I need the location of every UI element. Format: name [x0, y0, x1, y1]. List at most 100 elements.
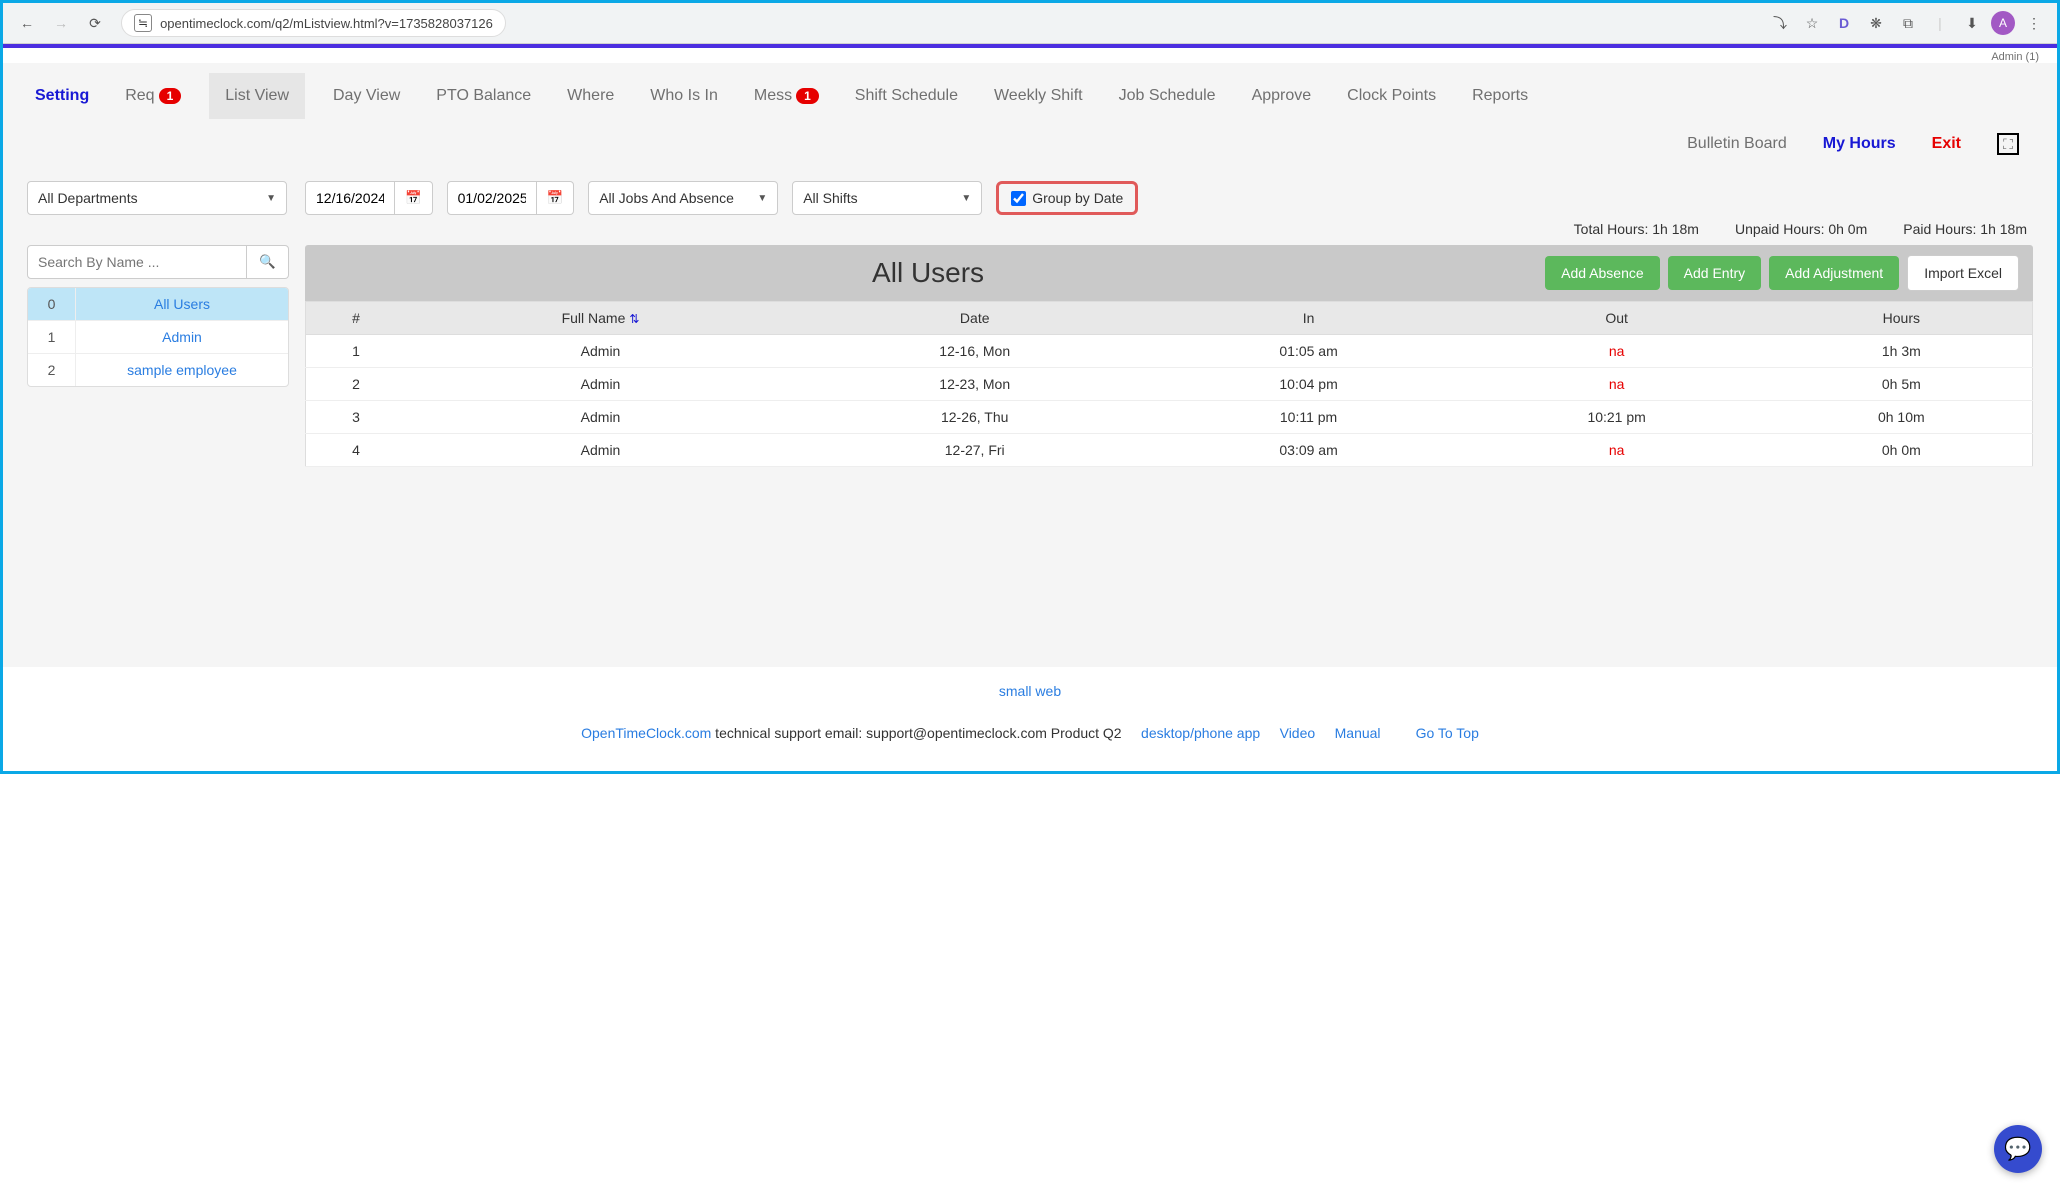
nav-job-schedule[interactable]: Job Schedule — [1111, 83, 1224, 109]
total-hours: Total Hours: 1h 18m — [1574, 221, 1699, 237]
column-hours[interactable]: Hours — [1771, 302, 2033, 335]
footer-video-link[interactable]: Video — [1280, 725, 1316, 741]
menu-icon[interactable]: ⋮ — [2021, 10, 2047, 36]
chevron-down-icon: ▼ — [961, 193, 971, 204]
cell-out: na — [1463, 368, 1771, 401]
import-excel-button[interactable]: Import Excel — [1907, 255, 2019, 291]
footer-desktop-link[interactable]: desktop/phone app — [1141, 725, 1260, 741]
nav-reports[interactable]: Reports — [1464, 83, 1536, 109]
user-index: 0 — [28, 288, 76, 320]
nav-approve[interactable]: Approve — [1244, 83, 1320, 109]
fullscreen-button[interactable]: ⛶ — [1989, 129, 2027, 159]
nav-list-view[interactable]: List View — [209, 73, 305, 119]
table-row[interactable]: 4Admin12-27, Fri03:09 amna0h 0m — [306, 434, 2033, 467]
admin-label: Admin (1) — [3, 48, 2057, 63]
date-from-group: 📅 — [305, 181, 433, 215]
group-by-date-input[interactable] — [1011, 191, 1026, 206]
user-name[interactable]: sample employee — [76, 354, 288, 386]
cell-in: 10:04 pm — [1155, 368, 1463, 401]
nav-clock-points[interactable]: Clock Points — [1339, 83, 1444, 109]
search-icon: 🔍 — [259, 254, 276, 269]
main-panel: All Users Add Absence Add Entry Add Adju… — [305, 245, 2033, 627]
unpaid-hours: Unpaid Hours: 0h 0m — [1735, 221, 1867, 237]
cell-out: na — [1463, 335, 1771, 368]
nav-day-view[interactable]: Day View — [325, 83, 408, 109]
table-row[interactable]: 2Admin12-23, Mon10:04 pmna0h 5m — [306, 368, 2033, 401]
search-input[interactable] — [27, 245, 247, 279]
add-adjustment-button[interactable]: Add Adjustment — [1769, 256, 1899, 290]
cell-out: na — [1463, 434, 1771, 467]
download-icon[interactable]: ⬇ — [1959, 10, 1985, 36]
nav-pto-balance[interactable]: PTO Balance — [428, 83, 539, 109]
table-row[interactable]: 1Admin12-16, Mon01:05 amna1h 3m — [306, 335, 2033, 368]
user-index: 1 — [28, 321, 76, 353]
jobs-select[interactable]: All Jobs And Absence ▼ — [588, 181, 778, 215]
nav-my-hours[interactable]: My Hours — [1815, 131, 1904, 157]
shifts-select[interactable]: All Shifts ▼ — [792, 181, 982, 215]
add-entry-button[interactable]: Add Entry — [1668, 256, 1761, 290]
star-icon[interactable]: ☆ — [1799, 10, 1825, 36]
cell-in: 03:09 am — [1155, 434, 1463, 467]
add-absence-button[interactable]: Add Absence — [1545, 256, 1660, 290]
column-full-name[interactable]: Full Name⇅ — [406, 302, 795, 335]
column--[interactable]: # — [306, 302, 407, 335]
footer-manual-link[interactable]: Manual — [1335, 725, 1381, 741]
nav-shift-schedule[interactable]: Shift Schedule — [847, 83, 966, 109]
footer-gototop-link[interactable]: Go To Top — [1416, 725, 1479, 741]
search-button[interactable]: 🔍 — [247, 245, 289, 279]
back-button[interactable]: ← — [13, 9, 41, 37]
site-info-icon[interactable]: ≒ — [134, 14, 152, 32]
date-from-input[interactable] — [305, 181, 395, 215]
user-list-row[interactable]: 0All Users — [28, 288, 288, 321]
nav-setting[interactable]: Setting — [27, 83, 97, 109]
cell-hours: 0h 0m — [1771, 434, 2033, 467]
date-to-picker-button[interactable]: 📅 — [537, 181, 575, 215]
chevron-down-icon: ▼ — [757, 193, 767, 204]
user-list-row[interactable]: 2sample employee — [28, 354, 288, 386]
cell-in: 01:05 am — [1155, 335, 1463, 368]
reload-button[interactable]: ⟳ — [81, 9, 109, 37]
install-icon[interactable]: ⤵ — [1767, 10, 1793, 36]
calendar-icon: 📅 — [405, 190, 422, 205]
department-select[interactable]: All Departments ▼ — [27, 181, 287, 215]
nav-who-is-in[interactable]: Who Is In — [642, 83, 726, 109]
cell-hours: 1h 3m — [1771, 335, 2033, 368]
user-name[interactable]: All Users — [76, 288, 288, 320]
small-web-link[interactable]: small web — [999, 683, 1061, 699]
address-bar[interactable]: ≒ opentimeclock.com/q2/mListview.html?v=… — [121, 9, 506, 37]
column-in[interactable]: In — [1155, 302, 1463, 335]
totals-row: Total Hours: 1h 18m Unpaid Hours: 0h 0m … — [305, 221, 2033, 237]
extension-d-icon[interactable]: D — [1831, 10, 1857, 36]
calendar-icon: 📅 — [547, 190, 564, 205]
group-by-date-checkbox[interactable]: Group by Date — [996, 181, 1138, 215]
forward-button[interactable]: → — [47, 9, 75, 37]
badge: 1 — [159, 88, 182, 104]
table-row[interactable]: 3Admin12-26, Thu10:11 pm10:21 pm0h 10m — [306, 401, 2033, 434]
nav-weekly-shift[interactable]: Weekly Shift — [986, 83, 1091, 109]
column-date[interactable]: Date — [795, 302, 1155, 335]
sidebar: 🔍 0All Users1Admin2sample employee — [27, 245, 289, 387]
footer-otc-link[interactable]: OpenTimeClock.com — [581, 725, 711, 741]
cell-date: 12-27, Fri — [795, 434, 1155, 467]
profile-avatar[interactable]: A — [1991, 11, 2015, 35]
user-name[interactable]: Admin — [76, 321, 288, 353]
user-list-row[interactable]: 1Admin — [28, 321, 288, 354]
user-index: 2 — [28, 354, 76, 386]
extensions-icon[interactable]: ⧉ — [1895, 10, 1921, 36]
footer: OpenTimeClock.com technical support emai… — [3, 715, 2057, 771]
cell-name: Admin — [406, 368, 795, 401]
nav-exit[interactable]: Exit — [1924, 131, 1969, 157]
nav-where[interactable]: Where — [559, 83, 622, 109]
date-from-picker-button[interactable]: 📅 — [395, 181, 433, 215]
cell-name: Admin — [406, 335, 795, 368]
nav-req[interactable]: Req1 — [117, 83, 189, 109]
small-web-link-row: small web — [3, 667, 2057, 715]
nav-bulletin-board[interactable]: Bulletin Board — [1679, 131, 1795, 157]
badge: 1 — [796, 88, 819, 104]
cell-hours: 0h 5m — [1771, 368, 2033, 401]
extension-sun-icon[interactable]: ❋ — [1863, 10, 1889, 36]
chat-fab[interactable]: 💬 — [1994, 1125, 2042, 1173]
date-to-input[interactable] — [447, 181, 537, 215]
column-out[interactable]: Out — [1463, 302, 1771, 335]
nav-mess[interactable]: Mess1 — [746, 83, 827, 109]
